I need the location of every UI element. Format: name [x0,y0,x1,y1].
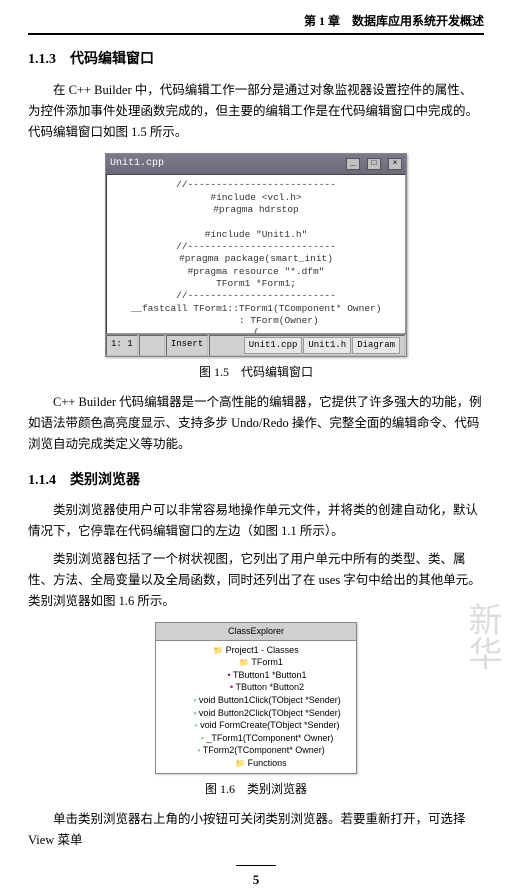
section-2-number: 1.1.4 [28,473,56,488]
tree-tform1-ctor[interactable]: _TForm1(TComponent* Owner) [161,732,351,745]
tree-button2click[interactable]: void Button2Click(TObject *Sender) [161,707,351,720]
tree-button2[interactable]: TButton *Button2 [161,681,351,694]
close-icon[interactable]: × [388,158,402,170]
tree-button1[interactable]: TButton1 *Button1 [161,669,351,682]
figure-2-caption: 图 1.6 类别浏览器 [28,780,484,799]
figure-1: Unit1.cpp _ □ × //----------------------… [28,153,484,382]
section-2-para-3: 单击类别浏览器右上角的小按钮可关闭类别浏览器。若要重新打开，可选择 View 菜… [28,809,484,852]
editor-titlebar: Unit1.cpp _ □ × [106,154,406,174]
status-mode: Insert [166,335,208,355]
section-1-title: 1.1.3 代码编辑窗口 [28,49,484,71]
tree-tform2-ctor[interactable]: TForm2(TComponent* Owner) [161,744,351,757]
minimize-icon[interactable]: _ [346,158,360,170]
class-explorer-window: ClassExplorer Project1 - Classes TForm1 … [155,622,357,773]
editor-tabs: Unit1.cpp Unit1.h Diagram [209,335,405,355]
editor-window-title: Unit1.cpp [110,156,164,172]
editor-code-area[interactable]: //-------------------------- #include <v… [106,174,406,334]
tree-tform1[interactable]: TForm1 [161,656,351,669]
section-1-para-1: 在 C++ Builder 中，代码编辑工作一部分是通过对象监视器设置控件的属性… [28,80,484,144]
tree-button1click[interactable]: void Button1Click(TObject *Sender) [161,694,351,707]
maximize-icon[interactable]: □ [367,158,381,170]
class-explorer-title: ClassExplorer [156,623,356,640]
status-cursor-pos: 1: 1 [106,335,138,355]
section-1-number: 1.1.3 [28,52,56,67]
section-1-heading: 代码编辑窗口 [70,52,154,67]
code-editor-window: Unit1.cpp _ □ × //----------------------… [105,153,407,356]
chapter-header: 第 1 章 数据库应用系统开发概述 [28,12,484,33]
tree-formcreate[interactable]: void FormCreate(TObject *Sender) [161,719,351,732]
page-number: 5 [236,865,276,891]
section-2-heading: 类别浏览器 [70,473,140,488]
section-1-para-2: C++ Builder 代码编辑器是一个高性能的编辑器，它提供了许多强大的功能，… [28,392,484,456]
section-2-title: 1.1.4 类别浏览器 [28,470,484,492]
header-rule [28,33,484,35]
tab-diagram[interactable]: Diagram [352,337,400,353]
tree-root[interactable]: Project1 - Classes [161,644,351,657]
tree-functions[interactable]: Functions [161,757,351,770]
tab-unit1-h[interactable]: Unit1.h [303,337,351,353]
tab-unit1-cpp[interactable]: Unit1.cpp [244,337,303,353]
section-2-para-1: 类别浏览器使用户可以非常容易地操作单元文件，并将类的创建自动化，默认情况下，它停… [28,500,484,543]
figure-1-caption: 图 1.5 代码编辑窗口 [28,363,484,382]
section-2-para-2: 类别浏览器包括了一个树状视图，它列出了用户单元中所有的类型、类、属性、方法、全局… [28,549,484,613]
window-controls: _ □ × [345,156,402,172]
status-empty [139,335,165,355]
class-explorer-tree[interactable]: Project1 - Classes TForm1 TButton1 *Butt… [156,641,356,773]
figure-2: ClassExplorer Project1 - Classes TForm1 … [28,622,484,799]
editor-statusbar: 1: 1 Insert Unit1.cpp Unit1.h Diagram [106,334,406,355]
